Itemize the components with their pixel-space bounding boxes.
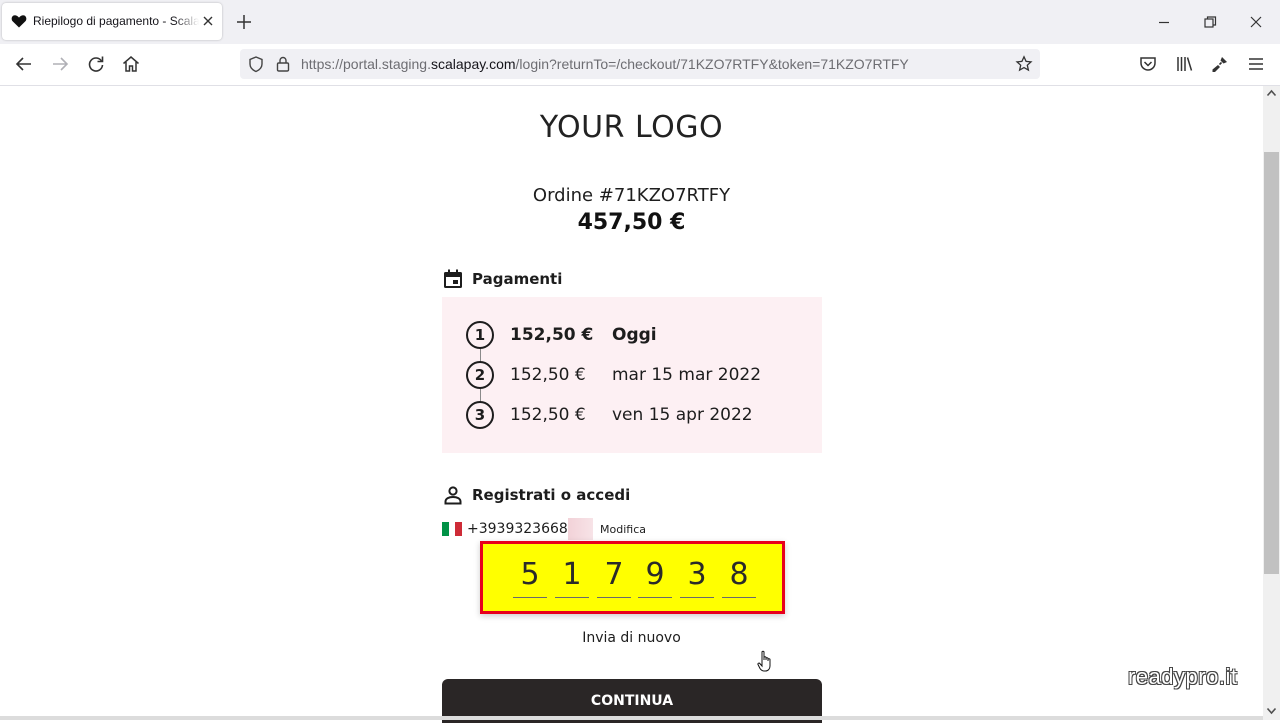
installment-step-2: 2 (466, 361, 494, 389)
scrollbar-thumb[interactable] (1264, 152, 1279, 574)
otp-digit-5[interactable]: 3 (680, 557, 714, 592)
edit-phone-link[interactable]: Modifica (600, 523, 646, 536)
account-header: Registrati o accedi (442, 484, 662, 506)
otp-underline (555, 597, 589, 598)
otp-digit-3[interactable]: 7 (597, 557, 631, 592)
resend-code-link: Invia di nuovo (0, 630, 1263, 646)
bookmark-star-icon[interactable] (1015, 55, 1033, 73)
plus-icon[interactable] (233, 11, 255, 33)
home-icon[interactable] (120, 53, 142, 75)
forward-icon[interactable] (49, 53, 71, 75)
page-bottom-edge (0, 716, 1263, 720)
installment-amount-2: 152,50 € (510, 365, 586, 385)
extension-icon[interactable] (1209, 53, 1231, 75)
phone-number: +3939323668 (467, 521, 568, 537)
library-icon[interactable] (1173, 53, 1195, 75)
calendar-icon (444, 269, 462, 288)
hand-cursor-icon (757, 650, 771, 672)
payments-title: Pagamenti (472, 270, 563, 288)
otp-underline (513, 597, 547, 598)
otp-code-input[interactable]: 5 1 7 9 3 8 (480, 541, 785, 614)
otp-underline (597, 597, 631, 598)
restore-icon[interactable] (1201, 14, 1219, 30)
otp-digit-2[interactable]: 1 (555, 557, 589, 592)
minimize-icon[interactable] (1155, 14, 1173, 30)
menu-icon[interactable] (1245, 53, 1267, 75)
account-title: Registrati o accedi (472, 486, 631, 504)
order-total: 457,50 € (577, 210, 686, 235)
installment-step-3: 3 (466, 401, 494, 429)
watermark: readypro.it (1128, 664, 1238, 689)
payments-header: Pagamenti (442, 268, 642, 290)
installment-step-1: 1 (466, 321, 494, 349)
pocket-icon[interactable] (1137, 53, 1159, 75)
lock-icon[interactable] (275, 55, 291, 73)
italy-flag-icon (442, 522, 463, 536)
close-icon[interactable] (201, 14, 215, 28)
otp-digit-4[interactable]: 9 (638, 557, 672, 592)
installment-amount-1: 152,50 € (510, 325, 594, 345)
navigation-toolbar: https://portal.staging.scalapay.com/logi… (0, 44, 1280, 86)
otp-underline (680, 597, 714, 598)
url-text[interactable]: https://portal.staging.scalapay.com/logi… (301, 56, 909, 72)
resend-label[interactable]: Invia di nuovo (582, 630, 681, 646)
installment-amount-3: 152,50 € (510, 405, 586, 425)
otp-digit-6[interactable]: 8 (722, 557, 756, 592)
installment-date-1: Oggi (612, 325, 657, 345)
address-bar[interactable]: https://portal.staging.scalapay.com/logi… (240, 49, 1040, 79)
merchant-logo: YOUR LOGO (539, 110, 724, 145)
otp-underline (722, 597, 756, 598)
heart-icon (11, 15, 27, 28)
installment-date-2: mar 15 mar 2022 (612, 365, 762, 385)
reload-icon[interactable] (85, 53, 107, 75)
tab-title: Riepilogo di pagamento - Scalapay (33, 14, 199, 28)
tab-strip: Riepilogo di pagamento - Scalapay (0, 0, 1280, 44)
redacted-digits (568, 518, 593, 540)
window-close-icon[interactable] (1247, 13, 1265, 31)
user-icon (444, 486, 462, 505)
browser-tab[interactable]: Riepilogo di pagamento - Scalapay (2, 3, 222, 40)
shield-icon[interactable] (247, 55, 265, 73)
installment-date-3: ven 15 apr 2022 (612, 405, 753, 425)
otp-underline (638, 597, 672, 598)
scroll-up-arrow-icon[interactable] (1266, 88, 1277, 98)
order-number: Ordine #71KZO7RTFY (532, 185, 731, 206)
back-icon[interactable] (13, 53, 35, 75)
scroll-down-arrow-icon[interactable] (1266, 706, 1277, 716)
otp-digit-1[interactable]: 5 (513, 557, 547, 592)
